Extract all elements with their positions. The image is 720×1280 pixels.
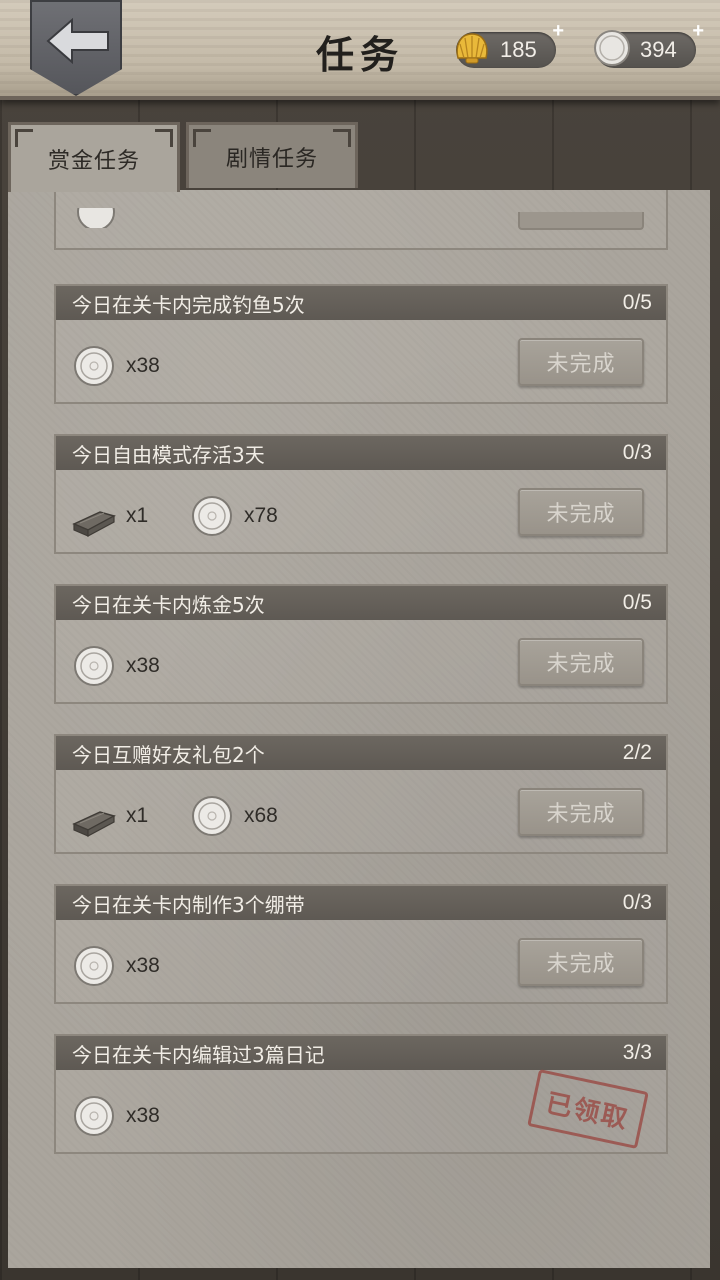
task-card-partial [54,190,668,250]
task-progress: 0/5 [622,291,652,314]
incomplete-button[interactable]: 未完成 [518,788,644,836]
task-card: 今日在关卡内编辑过3篇日记 3/3 x38 已领取 [54,1034,668,1154]
claimed-stamp: 已领取 [527,1068,649,1150]
coin-icon [192,796,232,836]
task-card: 今日在关卡内制作3个绷带 0/3 x38 未完成 [54,884,668,1004]
reward-quantity: x1 [126,504,149,527]
task-title: 今日自由模式存活3天 [72,442,265,467]
task-title: 今日在关卡内完成钓鱼5次 [72,292,305,317]
top-bar: 任务 185 + 394 + [0,0,720,100]
corner-ornament [333,129,351,147]
task-progress: 0/3 [622,441,652,464]
corner-ornament [15,129,33,147]
corner-ornament [193,129,211,147]
reward-item: x38 [72,644,160,688]
coin-icon [77,208,115,228]
task-title: 今日互赠好友礼包2个 [72,742,265,767]
reward-item: x68 [190,794,278,838]
task-list[interactable]: 今日在关卡内完成钓鱼5次 0/5 x38 未完成 今日自由模式存活3天 0/3 [8,190,710,1268]
reward-quantity: x38 [126,1104,160,1127]
add-shells-icon[interactable]: + [552,20,564,43]
coin-icon [74,946,114,986]
coin-icon [192,496,232,536]
task-progress: 0/5 [622,591,652,614]
coin-icon [594,30,630,66]
wood-plank-icon [72,511,116,538]
reward-item: x78 [190,494,278,538]
partial-button[interactable] [518,212,644,230]
coin-icon [74,1096,114,1136]
reward-quantity: x38 [126,354,160,377]
task-card: 今日在关卡内完成钓鱼5次 0/5 x38 未完成 [54,284,668,404]
reward-quantity: x68 [244,804,278,827]
incomplete-button[interactable]: 未完成 [518,938,644,986]
task-header: 今日在关卡内制作3个绷带 0/3 [56,886,666,920]
task-title: 今日在关卡内编辑过3篇日记 [72,1042,325,1067]
reward-item: x1 [72,794,148,838]
coin-icon [74,346,114,386]
reward-quantity: x1 [126,804,149,827]
reward-quantity: x78 [244,504,278,527]
reward-item: x38 [72,1094,160,1138]
task-progress: 2/2 [622,741,652,764]
coin-icon [74,646,114,686]
shell-currency[interactable]: 185 + [456,20,564,68]
tab-label: 剧情任务 [225,146,318,172]
reward-item: x1 [72,494,148,538]
corner-ornament [155,129,173,147]
incomplete-button[interactable]: 未完成 [518,488,644,536]
incomplete-button[interactable]: 未完成 [518,338,644,386]
back-button[interactable] [30,0,122,96]
task-card: 今日在关卡内炼金5次 0/5 x38 未完成 [54,584,668,704]
task-card: 今日互赠好友礼包2个 2/2 x1 x68 未完成 [54,734,668,854]
task-header: 今日在关卡内完成钓鱼5次 0/5 [56,286,666,320]
task-header: 今日在关卡内编辑过3篇日记 3/3 [56,1036,666,1070]
tab-story[interactable]: 剧情任务 [186,122,358,188]
arrow-left-icon [46,18,110,64]
add-coins-icon[interactable]: + [692,20,704,43]
task-progress: 3/3 [622,1041,652,1064]
coin-currency[interactable]: 394 + [594,20,704,68]
tab-bounty[interactable]: 赏金任务 [8,122,180,192]
incomplete-button[interactable]: 未完成 [518,638,644,686]
reward-quantity: x38 [126,654,160,677]
task-title: 今日在关卡内制作3个绷带 [72,892,305,917]
task-header: 今日在关卡内炼金5次 0/5 [56,586,666,620]
wood-plank-icon [72,811,116,838]
task-card: 今日自由模式存活3天 0/3 x1 x78 未完成 [54,434,668,554]
reward-item: x38 [72,344,160,388]
page-title: 任务 [315,32,404,77]
task-header: 今日互赠好友礼包2个 2/2 [56,736,666,770]
reward-item: x38 [72,944,160,988]
shell-icon [456,33,488,64]
task-header: 今日自由模式存活3天 0/3 [56,436,666,470]
reward-quantity: x38 [126,954,160,977]
task-progress: 0/3 [622,891,652,914]
task-title: 今日在关卡内炼金5次 [72,592,265,617]
tab-label: 赏金任务 [47,148,140,174]
